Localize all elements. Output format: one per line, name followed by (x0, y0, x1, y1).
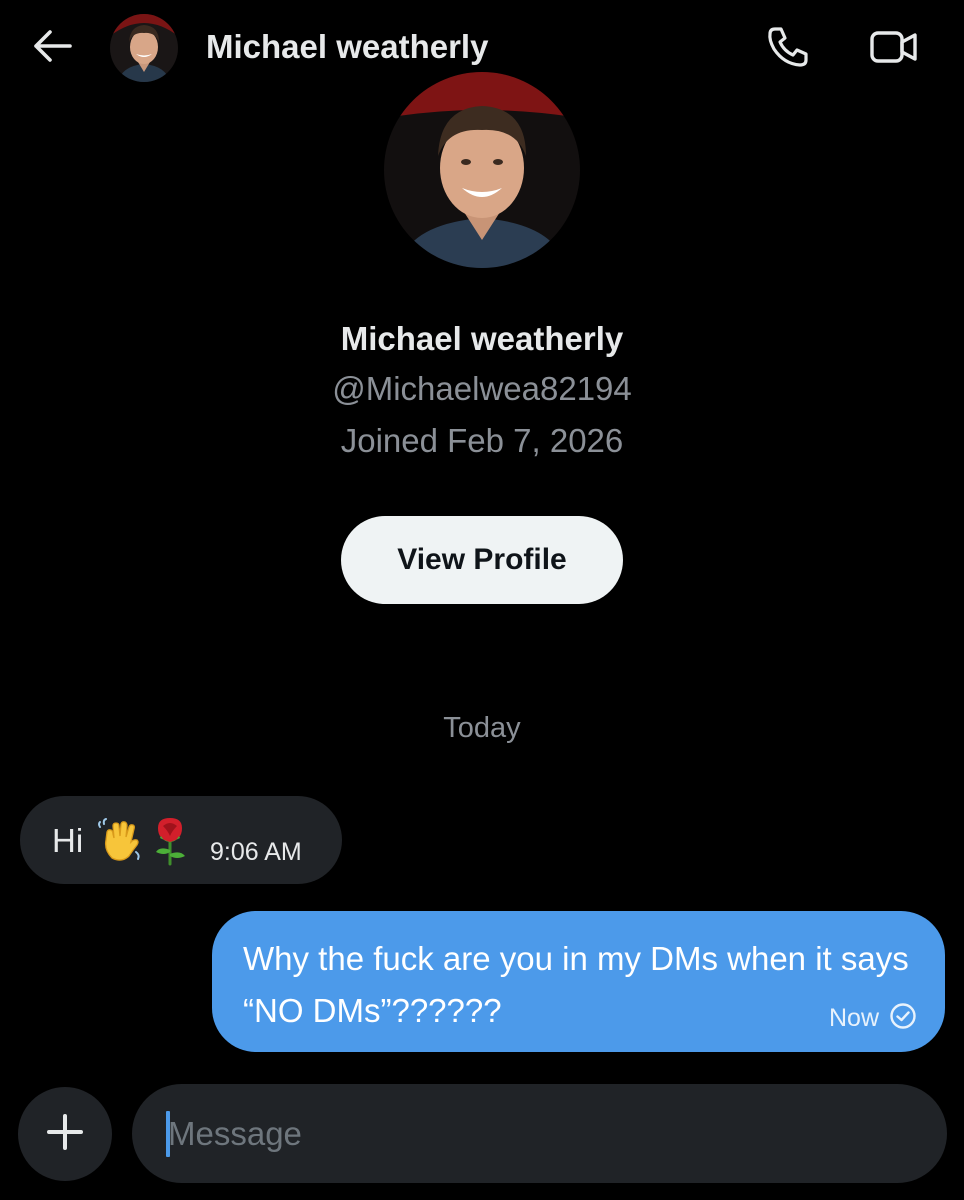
arrow-left-icon (32, 28, 72, 69)
sent-check-icon (889, 1002, 917, 1035)
header-avatar[interactable] (110, 14, 178, 82)
profile-joined-date: Joined Feb 7, 2026 (340, 422, 624, 459)
message-status: Now (829, 1002, 917, 1035)
message-composer[interactable] (132, 1084, 947, 1183)
incoming-message-bubble[interactable]: Hi 9:06 AM (20, 796, 342, 884)
waving-hand-emoji (96, 818, 144, 869)
message-timestamp: 9:06 AM (210, 838, 302, 866)
rose-emoji (148, 816, 192, 871)
outgoing-message-bubble[interactable]: Why the fuck are you in my DMs when it s… (212, 911, 945, 1052)
video-call-button[interactable] (864, 24, 924, 74)
plus-icon (45, 1112, 85, 1157)
profile-handle: @Michaelwea82194 (332, 370, 632, 407)
day-separator: Today (443, 712, 521, 744)
profile-name: Michael weatherly (340, 320, 624, 357)
message-input[interactable] (168, 1112, 908, 1156)
view-profile-button[interactable]: View Profile (341, 516, 623, 604)
video-camera-icon (869, 28, 919, 71)
back-button[interactable] (28, 26, 76, 70)
header-contact-name[interactable]: Michael weatherly (206, 28, 488, 66)
profile-avatar[interactable] (384, 72, 580, 268)
call-button[interactable] (760, 24, 816, 74)
add-attachment-button[interactable] (18, 1087, 112, 1181)
message-text: Hi (52, 822, 84, 859)
phone-icon (766, 25, 810, 74)
message-timestamp: Now (828, 1004, 879, 1032)
